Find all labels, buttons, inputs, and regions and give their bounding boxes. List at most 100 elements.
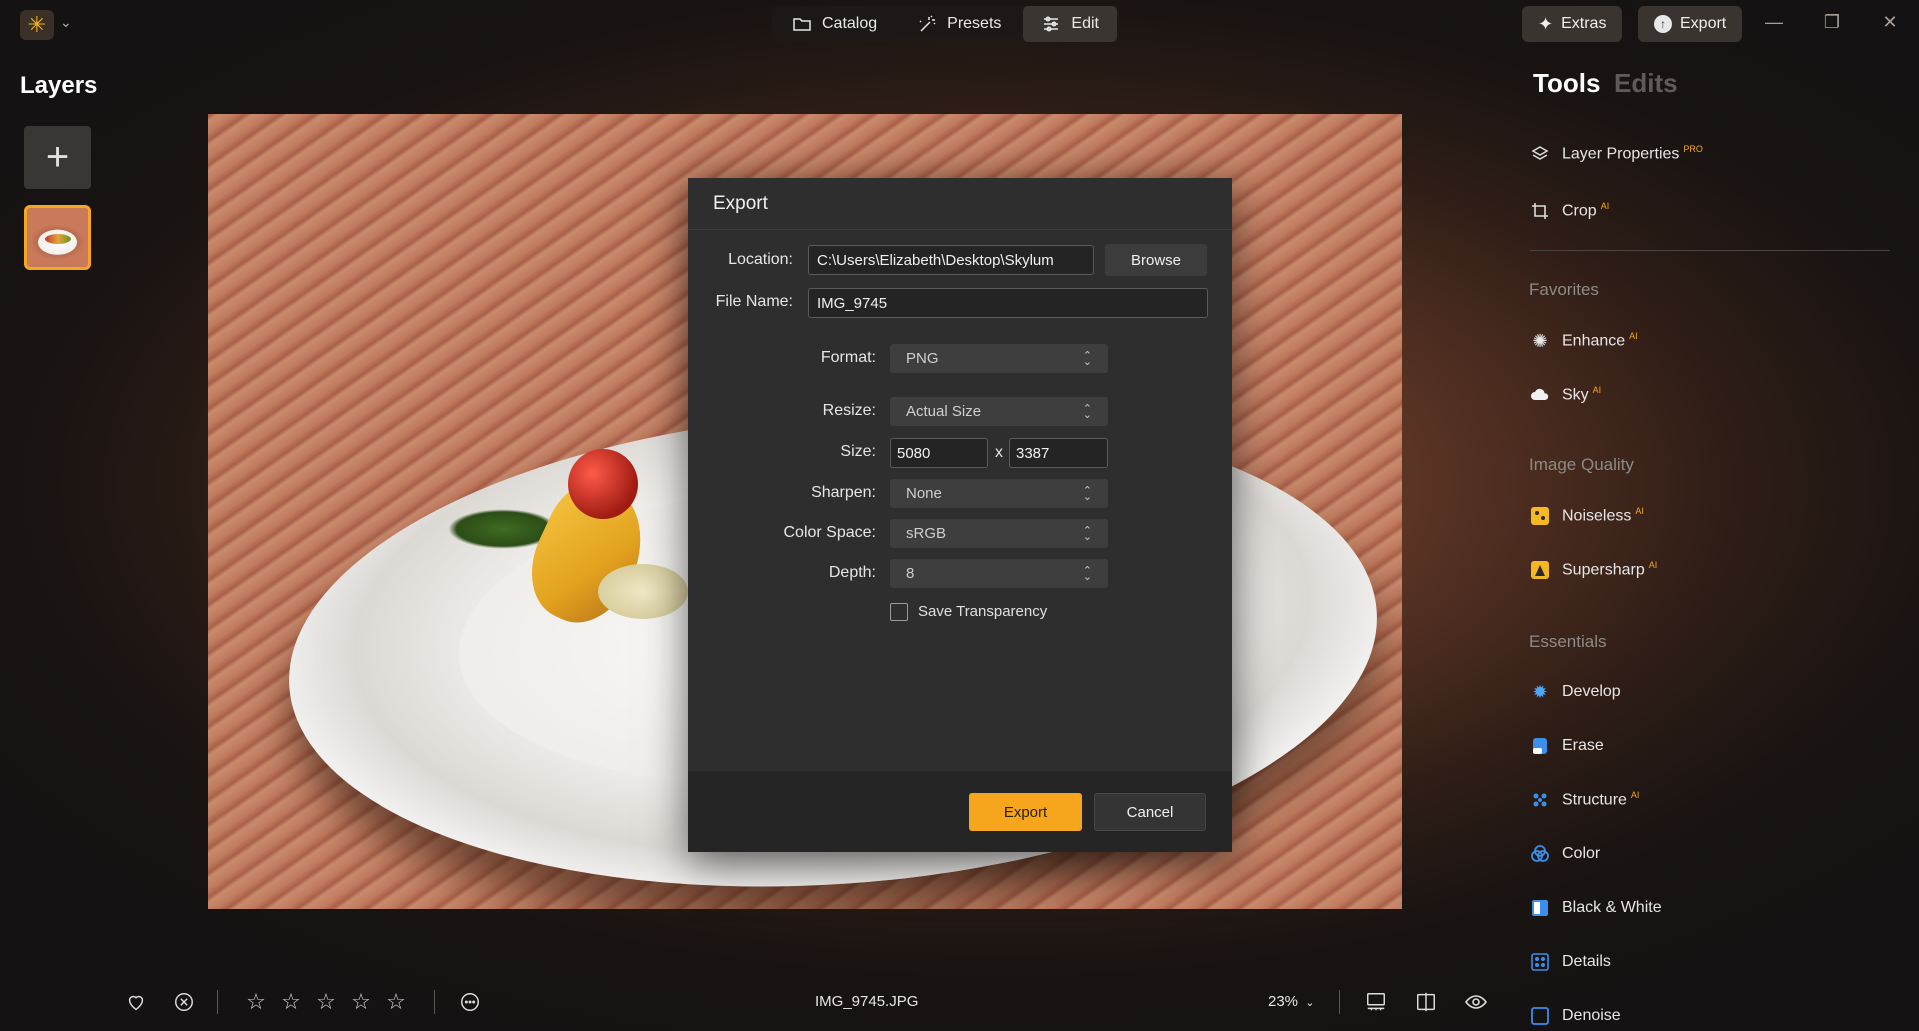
- ai-badge: AI: [1635, 506, 1644, 517]
- zoom-value: 23%: [1268, 993, 1299, 1010]
- width-input[interactable]: [890, 438, 988, 468]
- tool-label: Layer Properties: [1562, 145, 1680, 163]
- tool-noiseless[interactable]: Noiseless AI: [1530, 506, 1644, 526]
- tab-presets[interactable]: Presets: [899, 6, 1019, 42]
- size-separator: x: [995, 444, 1003, 461]
- tool-structure[interactable]: Structure AI: [1530, 790, 1639, 810]
- tool-develop[interactable]: ✹ Develop: [1530, 682, 1621, 702]
- tool-crop[interactable]: Crop AI: [1530, 201, 1609, 221]
- tab-edit-label: Edit: [1071, 15, 1099, 32]
- close-icon[interactable]: ✕: [1876, 12, 1904, 33]
- save-transparency-label[interactable]: Save Transparency: [918, 603, 1047, 620]
- layers-icon: [1530, 144, 1550, 164]
- tool-details[interactable]: Details: [1530, 952, 1611, 972]
- supersharp-icon: [1530, 560, 1550, 580]
- image-quality-heading: Image Quality: [1529, 455, 1634, 474]
- save-transparency-checkbox[interactable]: [890, 603, 908, 621]
- tool-label: Sky: [1562, 386, 1589, 404]
- zoom-select[interactable]: 23% ⌄: [1268, 993, 1314, 1010]
- sharpen-value: None: [906, 485, 942, 502]
- layer-thumbnail[interactable]: [24, 205, 91, 270]
- favorites-heading: Favorites: [1529, 280, 1599, 299]
- top-navigation: Catalog Presets Edit: [772, 6, 1119, 42]
- heart-icon[interactable]: [124, 990, 148, 1014]
- compare-icon[interactable]: [1414, 990, 1438, 1014]
- eye-icon[interactable]: [1464, 990, 1488, 1014]
- height-input[interactable]: [1009, 438, 1108, 468]
- tab-edit[interactable]: Edit: [1023, 6, 1117, 42]
- extras-button[interactable]: ✦ Extras: [1522, 6, 1623, 42]
- select-arrows-icon: ⌃ ⌄: [1082, 402, 1092, 421]
- minimize-icon[interactable]: —: [1760, 12, 1788, 33]
- depth-select[interactable]: 8 ⌃ ⌄: [890, 559, 1108, 588]
- star-icon[interactable]: ☆: [314, 989, 338, 1014]
- select-arrows-icon: ⌃ ⌄: [1082, 349, 1092, 368]
- add-layer-button[interactable]: +: [24, 126, 91, 189]
- chevron-down-icon: ⌄: [1305, 997, 1315, 1009]
- food-thumbnail-graphic: [45, 234, 71, 244]
- export-button[interactable]: Export: [969, 793, 1082, 831]
- select-arrows-icon: ⌃ ⌄: [1082, 484, 1092, 503]
- dialog-title: Export: [688, 178, 1232, 230]
- sparkle-burst-icon: ✺: [1532, 330, 1548, 351]
- filename-input[interactable]: [808, 288, 1208, 318]
- tool-label: Denoise: [1562, 1007, 1621, 1024]
- tool-erase[interactable]: Erase: [1530, 736, 1604, 756]
- sliders-icon: [1044, 16, 1059, 32]
- colorspace-select[interactable]: sRGB ⌃ ⌄: [890, 519, 1108, 548]
- restore-icon[interactable]: ❐: [1818, 12, 1846, 33]
- star-icon[interactable]: ☆: [279, 989, 303, 1014]
- crop-icon: [1530, 201, 1550, 221]
- bottom-divider: [1339, 990, 1340, 1014]
- details-grid-icon: [1530, 952, 1550, 972]
- image-filename: IMG_9745.JPG: [815, 993, 919, 1010]
- tool-enhance[interactable]: ✺ Enhance AI: [1530, 330, 1637, 351]
- tool-label: Erase: [1562, 737, 1604, 754]
- colorspace-label: Color Space:: [783, 524, 877, 541]
- depth-label: Depth:: [828, 564, 876, 581]
- tool-sky[interactable]: Sky AI: [1530, 385, 1601, 405]
- tab-tools[interactable]: Tools: [1533, 68, 1600, 99]
- ai-badge: AI: [1600, 201, 1610, 212]
- tool-color[interactable]: Color: [1530, 844, 1600, 864]
- more-options-icon[interactable]: [458, 990, 482, 1014]
- pro-badge: PRO: [1683, 144, 1703, 155]
- plus-icon: +: [45, 135, 70, 179]
- folder-icon: [793, 18, 811, 31]
- sharpen-select[interactable]: None ⌃ ⌄: [890, 479, 1108, 508]
- tool-label: Noiseless: [1562, 507, 1632, 525]
- select-arrows-icon: ⌃ ⌄: [1082, 524, 1092, 543]
- browse-button[interactable]: Browse: [1105, 244, 1207, 276]
- location-label: Location:: [728, 251, 793, 268]
- resize-select[interactable]: Actual Size ⌃ ⌄: [890, 397, 1108, 426]
- size-label: Size:: [840, 443, 876, 460]
- tool-label: Supersharp: [1562, 561, 1645, 579]
- tab-catalog-label: Catalog: [822, 15, 878, 32]
- export-top-button[interactable]: ↑ Export: [1638, 6, 1743, 42]
- tool-layer-properties[interactable]: Layer Properties PRO: [1530, 144, 1703, 164]
- tab-edits[interactable]: Edits: [1614, 68, 1678, 99]
- star-icon[interactable]: ☆: [244, 989, 268, 1014]
- format-select[interactable]: PNG ⌃ ⌄: [890, 344, 1108, 373]
- tool-supersharp[interactable]: Supersharp AI: [1530, 560, 1657, 580]
- app-logo-button[interactable]: ✳: [20, 10, 54, 40]
- depth-value: 8: [906, 565, 915, 582]
- magic-wand-icon: [919, 15, 936, 32]
- export-dialog: Export Location: Browse File Name: Forma…: [688, 178, 1232, 852]
- location-input[interactable]: [808, 245, 1094, 275]
- tomato-graphic: [568, 449, 638, 519]
- tool-label: Develop: [1562, 683, 1621, 700]
- tool-label: Structure: [1562, 791, 1627, 809]
- sharpen-label: Sharpen:: [811, 484, 876, 501]
- structure-icon: [1530, 790, 1550, 810]
- tab-catalog[interactable]: Catalog: [774, 6, 895, 42]
- chevron-down-icon[interactable]: ⌄: [60, 14, 72, 31]
- tool-denoise[interactable]: Denoise: [1530, 1006, 1621, 1026]
- tool-black-white[interactable]: Black & White: [1530, 898, 1662, 918]
- ai-badge: AI: [1592, 385, 1602, 396]
- cancel-button[interactable]: Cancel: [1094, 793, 1206, 831]
- star-icon[interactable]: ☆: [384, 989, 408, 1014]
- reject-icon[interactable]: [172, 990, 196, 1014]
- star-icon[interactable]: ☆: [349, 989, 373, 1014]
- filmstrip-toggle-icon[interactable]: [1364, 990, 1388, 1014]
